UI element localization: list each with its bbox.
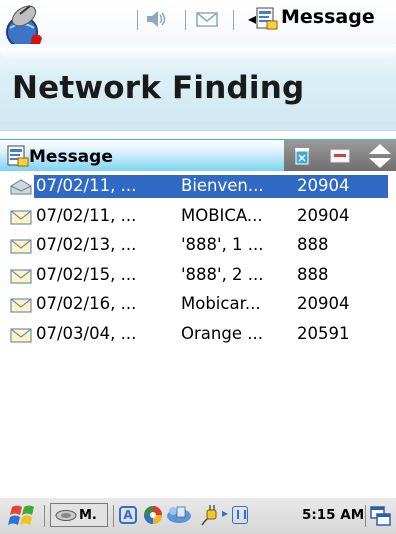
message-sender: 20904 [297,206,350,225]
message-sender: 20904 [297,176,350,195]
statusbar-separator [137,10,138,30]
message-date: 07/02/15, ... [36,265,137,284]
expand-arrow-icon[interactable]: ▸ [222,506,228,520]
message-subject: '888', 1 ... [181,235,264,254]
statusbar-separator [233,10,234,30]
message-subject: Bienven... [181,176,264,195]
list-header-bar: Message [0,139,396,171]
task-button[interactable]: M. [50,503,108,527]
message-date: 07/02/13, ... [36,235,137,254]
message-sender: 888 [297,265,329,284]
input-method-icon[interactable]: A [119,506,137,524]
list-item[interactable]: 07/02/13, ... '888', 1 ... 888 [0,234,396,257]
sort-arrows-icon[interactable] [368,143,392,169]
envelope-icon [10,298,32,313]
taskbar-separator [113,505,114,527]
message-sender: 20591 [297,324,350,343]
list-item[interactable]: 07/02/16, ... Mobicar... 20904 [0,293,396,316]
message-date: 07/02/11, ... [36,176,137,195]
taskbar-separator [365,505,366,527]
list-item[interactable]: 07/02/11, ... Bienven... 20904 [0,175,396,198]
taskbar-separator [44,505,45,527]
window-switch-icon[interactable] [370,505,392,527]
list-title: Message [29,147,113,167]
delete-icon[interactable] [292,147,312,165]
network-task-icon [55,510,77,521]
sync-icon[interactable] [165,504,193,526]
header-highlight [0,48,396,62]
message-date: 07/03/04, ... [36,324,137,343]
statusbar-separator [185,10,186,30]
compose-icon[interactable] [330,148,352,164]
envelope-icon [10,328,32,343]
power-plug-icon[interactable] [198,503,220,527]
message-icon [7,145,29,167]
clock[interactable]: 5:15 AM [302,507,364,523]
header-divider [0,122,396,124]
list-item[interactable]: 07/02/11, ... MOBICA... 20904 [0,205,396,228]
list-toolbar [284,140,396,171]
message-sender: 888 [297,235,329,254]
message-subject: MOBICA... [181,206,263,225]
keyboard-toggle-icon[interactable] [232,506,248,524]
envelope-icon [10,239,32,254]
envelope-icon [10,269,32,284]
title-bar: ◂ Message [0,0,396,51]
page-title: Network Finding [12,70,305,106]
envelope-open-icon [10,179,32,195]
volume-icon[interactable] [145,9,167,29]
message-sender: 20904 [297,294,350,313]
list-item[interactable]: 07/02/15, ... '888', 2 ... 888 [0,264,396,287]
message-subject: '888', 2 ... [181,265,264,284]
list-item[interactable]: 07/03/04, ... Orange ... 20591 [0,323,396,346]
taskbar: M. A ▸ 5:15 AM [0,497,396,534]
message-date: 07/02/16, ... [36,294,137,313]
message-date: 07/02/11, ... [36,206,137,225]
message-subject: Mobicar... [181,294,261,313]
message-subject: Orange ... [181,324,263,343]
color-wheel-icon[interactable] [142,504,164,526]
envelope-icon [10,210,32,225]
start-flag-icon[interactable] [8,503,38,529]
statusbar-title[interactable]: Message [281,6,375,28]
message-icon [256,7,278,30]
mail-notify-icon[interactable] [196,11,220,29]
task-label: M. [79,508,97,523]
